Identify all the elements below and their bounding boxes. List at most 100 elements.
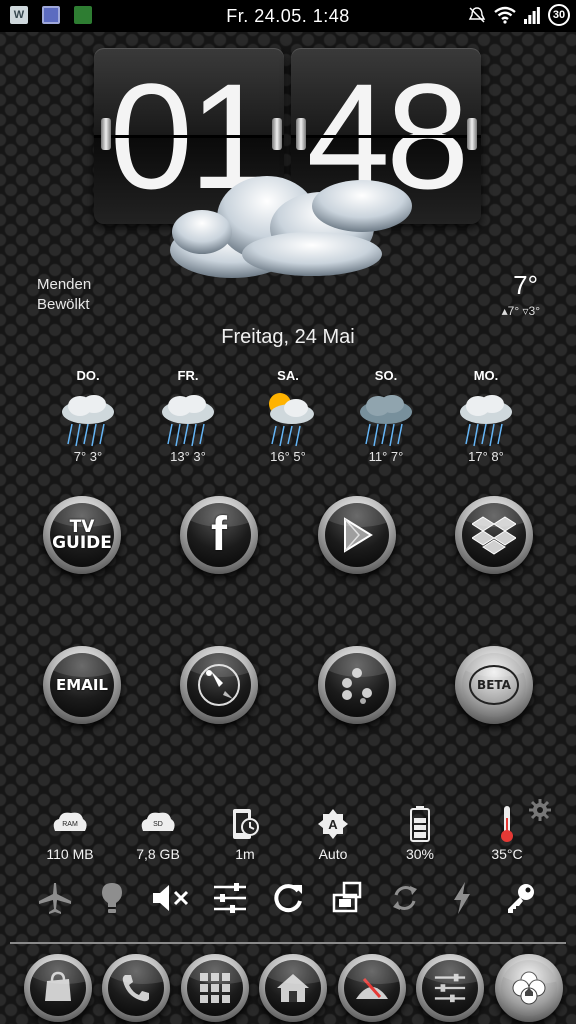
screen-timeout-widget[interactable]: 1m: [205, 802, 285, 862]
play-store-icon: [344, 517, 373, 553]
forecast-day-label: SA.: [277, 368, 299, 383]
signal-icon: [524, 7, 540, 24]
key-icon: [508, 884, 534, 913]
forecast-day[interactable]: DO. 7° 3°: [48, 368, 128, 464]
app-drawer-icon: [200, 973, 230, 1003]
ram-widget[interactable]: RAM 110 MB: [30, 802, 110, 862]
sd-value: 7,8 GB: [136, 846, 180, 862]
tv-guide-icon: TV GUIDE: [52, 517, 112, 553]
game-app[interactable]: [318, 646, 396, 724]
clock-hinge: [101, 118, 111, 150]
settings-app[interactable]: [416, 954, 484, 1022]
forecast-day-label: SO.: [374, 368, 398, 383]
brightness-value: Auto: [318, 846, 348, 862]
facebook-icon: f: [211, 508, 227, 561]
clock-hinge: [272, 118, 282, 150]
dropbox-app[interactable]: [455, 496, 533, 574]
rotate-icon: [332, 881, 362, 913]
weather-location-block[interactable]: Menden Bewölkt: [37, 275, 91, 315]
ram-icon: RAM: [53, 812, 87, 831]
shopping-app[interactable]: [24, 954, 92, 1022]
rain-cloud-icon: [162, 395, 214, 447]
facebook-app[interactable]: f: [180, 496, 258, 574]
screen-timeout-value: 1m: [235, 846, 255, 862]
thermometer-icon: [501, 806, 513, 842]
forecast-day[interactable]: SO. 11° 7°: [346, 368, 426, 464]
sync-toggle[interactable]: [383, 876, 427, 920]
temperature-high-low: ▴7° ▿3°: [502, 304, 540, 318]
forecast-temps: 17° 8°: [468, 449, 504, 464]
ram-value: 110 MB: [46, 846, 94, 862]
temperature-high: 7°: [507, 304, 520, 318]
beta-app[interactable]: BETA: [455, 646, 533, 724]
play-store-app[interactable]: [318, 496, 396, 574]
svg-text:RAM: RAM: [62, 821, 78, 828]
phone-app[interactable]: [102, 954, 170, 1022]
forecast-temps: 16° 5°: [270, 449, 306, 464]
compass-icon: [356, 978, 388, 999]
svg-text:SD: SD: [153, 821, 163, 828]
battery-icon: [410, 806, 430, 842]
dark-rain-cloud-icon: [360, 395, 412, 447]
home-app[interactable]: [259, 954, 327, 1022]
weather-condition: Bewölkt: [37, 296, 90, 313]
airplane-icon: [39, 883, 71, 914]
forecast-day[interactable]: FR. 13° 3°: [148, 368, 228, 464]
brightness-widget[interactable]: A Auto: [293, 802, 373, 862]
cloudy-weather-icon[interactable]: [162, 150, 418, 282]
compass-app[interactable]: [180, 646, 258, 724]
temperature-value: 35°C: [491, 846, 523, 862]
silent-icon: [468, 7, 486, 23]
gear-icon[interactable]: [528, 798, 552, 822]
shopping-bag-icon: [45, 971, 71, 1001]
mute-toggle[interactable]: [148, 876, 192, 920]
weather-date: Freitag, 24 Mai: [221, 326, 355, 348]
sd-widget[interactable]: SD 7,8 GB: [118, 802, 198, 862]
dropbox-icon: [472, 516, 516, 555]
settings-sliders-icon: [214, 883, 246, 913]
airplane-toggle[interactable]: [33, 876, 77, 920]
forecast-day-label: MO.: [473, 368, 499, 383]
forecast-day[interactable]: SA. 16° 5°: [248, 368, 328, 464]
forecast-day[interactable]: MO. 17° 8°: [446, 368, 526, 464]
sync-icon: [393, 886, 417, 910]
rotate-toggle[interactable]: [325, 876, 369, 920]
clock-hinge: [467, 118, 477, 150]
wifi-icon: [494, 6, 516, 24]
battery-badge: 30: [548, 4, 570, 26]
forecast-temps: 13° 3°: [170, 449, 206, 464]
settings-sliders-icon: [434, 973, 466, 1003]
tv-guide-app[interactable]: TV GUIDE: [43, 496, 121, 574]
sd-card-icon: SD: [141, 812, 175, 831]
status-bar[interactable]: W Fr. 24.05. 1:48 30: [0, 0, 576, 32]
battery-widget[interactable]: 30%: [380, 802, 460, 862]
flash-toggle[interactable]: [440, 876, 484, 920]
forecast-temps: 7° 3°: [73, 449, 103, 464]
rain-cloud-icon: [62, 395, 114, 447]
sun-rain-cloud-icon: [269, 393, 314, 447]
refresh-toggle[interactable]: [266, 876, 310, 920]
battery-value: 30%: [405, 846, 435, 862]
refresh-icon: [274, 884, 302, 913]
forecast-temps: 11° 7°: [368, 449, 404, 464]
screen-timeout-icon: [233, 809, 259, 839]
settings-toggle[interactable]: [208, 876, 252, 920]
flash-icon: [454, 882, 470, 914]
app-drawer[interactable]: [181, 954, 249, 1022]
flashlight-toggle[interactable]: [90, 876, 134, 920]
email-app[interactable]: EMAIL: [43, 646, 121, 724]
dock-divider: [10, 942, 566, 944]
phone-icon: [122, 975, 149, 1002]
current-temperature: 7°: [513, 270, 538, 300]
navigation-app[interactable]: [338, 954, 406, 1022]
forecast-day-label: DO.: [76, 368, 100, 383]
mute-icon: [153, 885, 189, 911]
home-icon: [277, 974, 309, 1002]
weather-location: Menden: [37, 276, 92, 293]
brightness-auto-icon: A: [318, 809, 348, 839]
key-toggle[interactable]: [498, 876, 542, 920]
clock-hinge: [296, 118, 306, 150]
svg-text:A: A: [328, 817, 338, 832]
clover-app[interactable]: [495, 954, 563, 1022]
temperature-low: 3°: [528, 304, 540, 318]
